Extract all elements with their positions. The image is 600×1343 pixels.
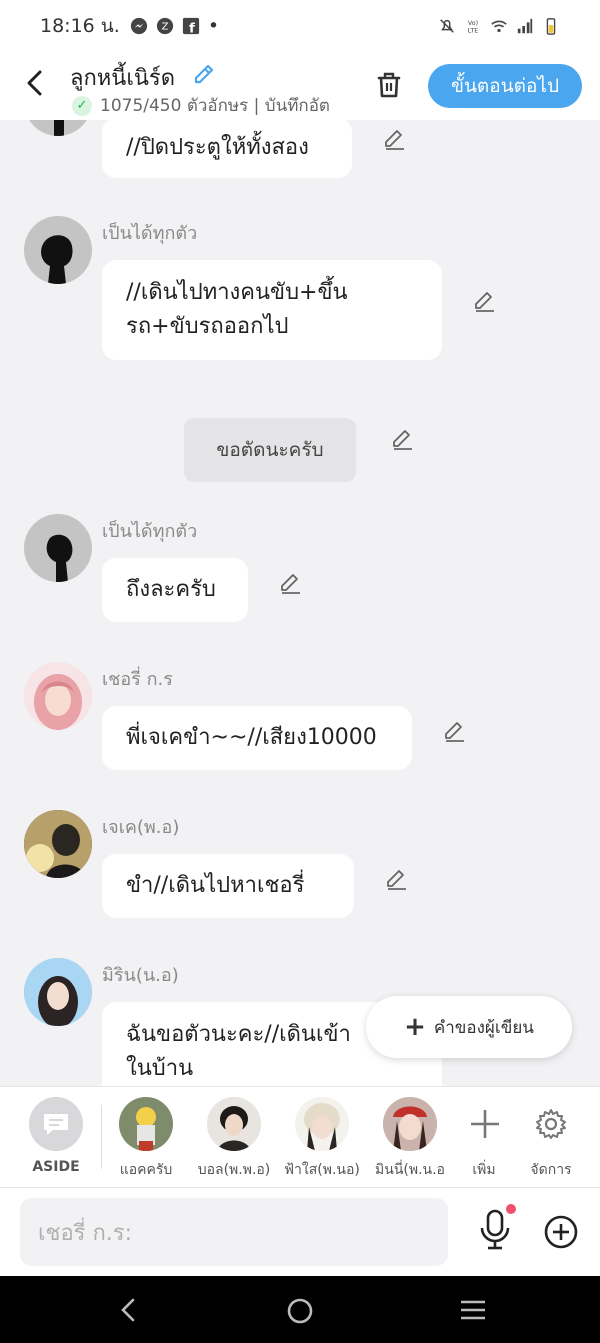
- aside-icon: [29, 1097, 83, 1151]
- messenger-icon: [130, 17, 147, 35]
- svg-text:Z: Z: [161, 22, 168, 33]
- microphone-icon[interactable]: [478, 1208, 512, 1252]
- character-avatar: [295, 1097, 349, 1151]
- system-message[interactable]: ขอตัดนะครับ: [184, 418, 356, 482]
- character-name: เป็นได้ทุกตัว: [102, 223, 198, 244]
- avatar-sunset-boy[interactable]: [24, 810, 92, 878]
- status-bar: 18:16 น. Z f • Vo) LTE: [0, 0, 600, 52]
- chat-area[interactable]: //ปิดประตูให้ทั้งสอง เป็นได้ทุกตัว //เดิ…: [0, 120, 600, 1086]
- message-input-placeholder: เชอรี่ ก.ร:: [38, 1220, 133, 1246]
- recording-indicator-dot: [506, 1204, 516, 1214]
- signal-icon: [517, 18, 533, 34]
- svg-text:LTE: LTE: [468, 27, 478, 34]
- edit-pencil-icon[interactable]: [472, 288, 498, 314]
- edit-pencil-icon[interactable]: [442, 718, 468, 744]
- story-title: ลูกหนี้เนิร์ด: [70, 66, 176, 91]
- battery-icon: [546, 18, 556, 35]
- character-avatar: [207, 1097, 261, 1151]
- message-text: ขำ//เดินไปหาเชอรี่: [126, 873, 305, 898]
- character-chip[interactable]: ฟ้าใส(พ.นอ): [282, 1097, 362, 1181]
- message-bubble[interactable]: //เดินไปทางคนขับ+ขึ้น รถ+ขับรถออกไป: [102, 260, 442, 360]
- system-message-text: ขอตัดนะครับ: [216, 439, 324, 461]
- character-chip[interactable]: บอล(พ.พ.อ): [194, 1097, 274, 1181]
- divider: [101, 1105, 102, 1169]
- character-name: มิริน(น.อ): [102, 965, 179, 986]
- character-selector: ASIDE แอคครับ บอล(พ.พ.อ) ฟ้าใส(พ.นอ) มิน…: [0, 1086, 600, 1188]
- settings-gear-icon: [524, 1097, 578, 1151]
- character-avatar: [383, 1097, 437, 1151]
- character-name: เชอรี่ ก.ร: [102, 669, 173, 690]
- nav-home-icon[interactable]: [285, 1296, 315, 1326]
- manage-characters-button[interactable]: จัดการ: [524, 1097, 578, 1181]
- character-name: เจเค(พ.อ): [102, 817, 180, 838]
- character-chip[interactable]: แอคครับ: [112, 1097, 180, 1181]
- avatar-pink-hair[interactable]: [24, 662, 92, 730]
- message-bubble[interactable]: //ปิดประตูให้ทั้งสอง: [102, 120, 352, 178]
- character-count: ✓ 1075/450 ตัวอักษร | บันทึกอัต: [72, 92, 347, 119]
- avatar-silhouette[interactable]: [24, 120, 92, 136]
- character-chip[interactable]: มินนี่(พ.น.อ: [370, 1097, 450, 1181]
- message-bubble[interactable]: พี่เจเคขำ~~//เสียง10000: [102, 706, 412, 770]
- wifi-icon: [491, 20, 507, 33]
- aside-label: ASIDE: [32, 1159, 80, 1175]
- character-chip-label: บอล(พ.พ.อ): [197, 1162, 271, 1178]
- nav-recents-icon[interactable]: [458, 1296, 488, 1324]
- composer: เชอรี่ ก.ร:: [0, 1188, 600, 1276]
- avatar-silhouette[interactable]: [24, 514, 92, 582]
- mute-icon: [440, 19, 454, 33]
- message-text: ถึงละครับ: [126, 577, 216, 602]
- back-arrow-icon[interactable]: [20, 66, 50, 100]
- status-time: 18:16 น.: [40, 15, 120, 37]
- message-text: //เดินไปทางคนขับ+ขึ้น รถ+ขับรถออกไป: [126, 280, 348, 339]
- edit-pencil-icon[interactable]: [382, 126, 408, 152]
- aside-button[interactable]: ASIDE: [22, 1097, 90, 1175]
- edit-pencil-icon[interactable]: [390, 426, 416, 452]
- edit-title-icon[interactable]: [190, 60, 218, 88]
- character-chip-label: แอคครับ: [119, 1162, 173, 1178]
- manage-label: จัดการ: [530, 1162, 572, 1178]
- author-note-label: คำของผู้เขียน: [433, 1017, 534, 1038]
- next-step-button[interactable]: ขั้นตอนต่อไป: [428, 64, 582, 108]
- trash-icon[interactable]: [372, 68, 406, 102]
- svg-text:Vo): Vo): [468, 20, 478, 27]
- add-circle-icon[interactable]: [543, 1214, 579, 1250]
- character-chip-label: ฟ้าใส(พ.นอ): [284, 1162, 360, 1178]
- message-input[interactable]: เชอรี่ ก.ร:: [20, 1198, 448, 1266]
- editor-header: ลูกหนี้เนิร์ด ✓ 1075/450 ตัวอักษร | บันท…: [0, 52, 600, 120]
- message-bubble[interactable]: ขำ//เดินไปหาเชอรี่: [102, 854, 354, 918]
- facebook-icon: f: [182, 17, 199, 35]
- volte-icon: Vo)LTE: [468, 20, 478, 34]
- message-text: พี่เจเคขำ~~//เสียง10000: [126, 725, 377, 750]
- add-character-button[interactable]: เพิ่ม: [458, 1097, 510, 1181]
- add-character-label: เพิ่ม: [472, 1162, 496, 1178]
- svg-text:f: f: [189, 20, 195, 35]
- avatar-silhouette[interactable]: [24, 216, 92, 284]
- character-name: เป็นได้ทุกตัว: [102, 521, 198, 542]
- check-icon: ✓: [72, 95, 92, 116]
- add-icon: [458, 1097, 512, 1151]
- message-text: //ปิดประตูให้ทั้งสอง: [126, 135, 309, 160]
- author-note-button[interactable]: + คำของผู้เขียน: [366, 996, 572, 1058]
- edit-pencil-icon[interactable]: [278, 570, 304, 596]
- plus-icon: +: [404, 1012, 426, 1042]
- edit-pencil-icon[interactable]: [384, 866, 410, 892]
- character-chip-label: มินนี่(พ.น.อ: [375, 1162, 445, 1178]
- character-count-text: 1075/450 ตัวอักษร | บันทึกอัต: [100, 96, 330, 116]
- avatar-girl-sky[interactable]: [24, 958, 92, 1026]
- messenger-alt-icon: Z: [156, 17, 173, 35]
- message-text: ฉันขอตัวนะคะ//เดินเข้า ในบ้าน: [126, 1022, 351, 1081]
- character-avatar: [119, 1097, 173, 1151]
- nav-back-icon[interactable]: [116, 1296, 140, 1324]
- message-bubble[interactable]: ถึงละครับ: [102, 558, 248, 622]
- system-navigation-bar: [0, 1276, 600, 1343]
- notification-dot-icon: •: [207, 15, 220, 37]
